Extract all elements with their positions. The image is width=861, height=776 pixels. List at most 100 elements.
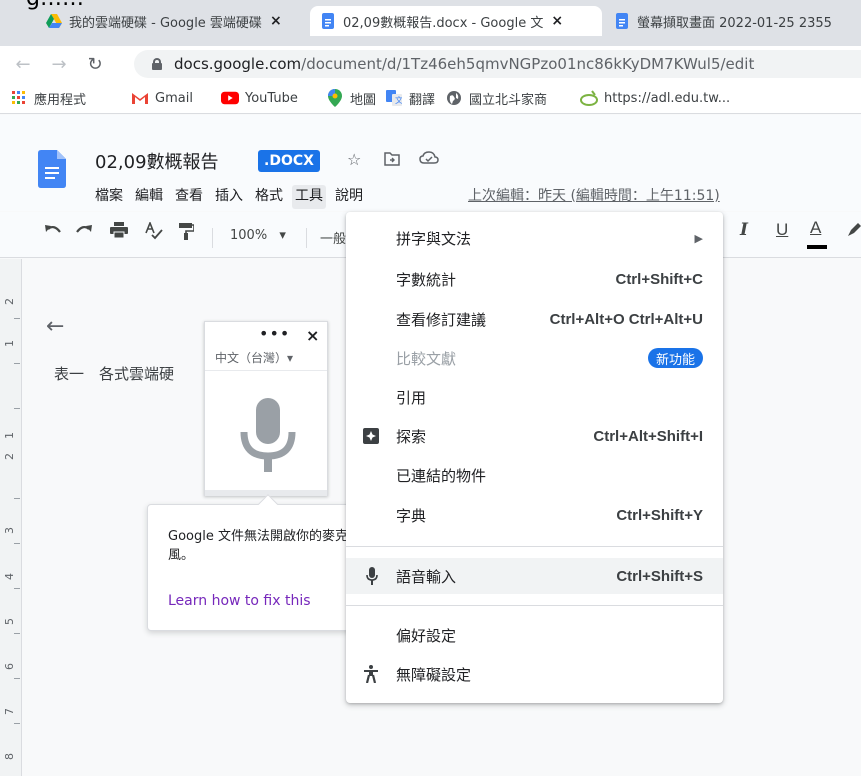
cloud-saved-icon[interactable] (419, 150, 439, 170)
bookmark-adl[interactable]: https://adl.edu.tw... (580, 88, 730, 108)
microphone-icon (366, 567, 378, 585)
menu-format[interactable]: 格式 (255, 185, 283, 209)
tab-title: 我的雲端硬碟 - Google 雲端硬碟 (69, 15, 262, 31)
menu-item-linked-objects[interactable]: 已連結的物件 (346, 457, 723, 493)
underline-icon[interactable]: U (776, 220, 788, 240)
document-title[interactable]: 02,09數概報告 (95, 148, 219, 174)
menu-item-review-suggestions[interactable]: 查看修訂建議 Ctrl+Alt+O Ctrl+Alt+U (346, 301, 723, 337)
bookmark-school[interactable]: 國立北斗家商 (445, 88, 547, 108)
bookmark-youtube[interactable]: YouTube (221, 88, 298, 108)
shortcut: Ctrl+Shift+Y (616, 506, 703, 524)
menu-view[interactable]: 查看 (175, 185, 203, 209)
more-options-icon[interactable]: ••• (259, 324, 290, 343)
menu-edit[interactable]: 編輯 (135, 185, 163, 209)
bookmarks-bar: 應用程式 Gmail YouTube 地圖 文 翻譯 國立北斗家商 https:… (0, 82, 861, 114)
style-select[interactable]: 一般 (320, 228, 346, 247)
document-body-text[interactable]: 表一 各式雲端硬 (54, 363, 174, 384)
url-host: docs.google.com (174, 55, 302, 73)
menu-item-preferences[interactable]: 偏好設定 (346, 617, 723, 653)
back-icon[interactable]: ← (10, 51, 36, 77)
move-folder-icon[interactable] (384, 151, 400, 170)
menu-item-spelling-grammar[interactable]: 拼字與文法 ▶ (346, 220, 723, 256)
menu-file[interactable]: 檔案 (95, 185, 123, 209)
menu-item-voice-typing[interactable]: 語音輸入 Ctrl+Shift+S (346, 558, 723, 594)
menu-help[interactable]: 說明 (335, 185, 363, 209)
menu-item-word-count[interactable]: 字數統計 Ctrl+Shift+C (346, 261, 723, 297)
shortcut: Ctrl+Shift+C (615, 270, 703, 288)
bookmark-label: 國立北斗家商 (469, 92, 548, 108)
docs-logo-icon[interactable] (38, 150, 66, 188)
learn-more-link[interactable]: Learn how to fix this (168, 593, 311, 609)
menu-tools[interactable]: 工具 (292, 185, 326, 209)
tab-close-icon[interactable]: × (270, 13, 282, 29)
ruler-number: 1 (3, 340, 16, 347)
menu-item-label: 比較文獻 (396, 349, 457, 368)
menu-item-explore[interactable]: 探索 Ctrl+Alt+Shift+I (346, 418, 723, 454)
google-drive-icon (46, 13, 62, 29)
google-docs-icon (614, 13, 630, 29)
last-edit-link[interactable]: 上次編輯：昨天 (編輯時間：上午11:51) (468, 185, 720, 205)
google-docs-icon (320, 13, 336, 29)
menu-divider (346, 546, 723, 547)
bookmark-label: 翻譯 (409, 92, 436, 108)
highlight-icon[interactable] (846, 222, 861, 243)
menu-divider (346, 605, 723, 606)
spellcheck-icon[interactable] (145, 220, 163, 245)
language-select[interactable]: 中文（台灣）▾ (215, 349, 293, 366)
menu-item-label: 語音輸入 (396, 567, 457, 586)
menu-item-label: 無障礙設定 (396, 665, 472, 684)
menu-item-citations[interactable]: 引用 (346, 379, 723, 415)
vertical-ruler: 2 1 1 2 3 4 5 6 7 8 (0, 259, 22, 776)
undo-icon[interactable] (44, 222, 62, 242)
star-icon[interactable]: ☆ (347, 150, 361, 169)
error-message: Google 文件無法開啟你的麥克風。 (168, 529, 348, 563)
menu-item-accessibility[interactable]: 無障礙設定 (346, 656, 723, 692)
bookmark-label: YouTube (245, 90, 298, 106)
close-icon[interactable]: × (306, 326, 319, 345)
url-input[interactable]: docs.google.com/document/d/1Tz46eh5qmvNG… (134, 50, 861, 78)
bookmark-translate[interactable]: 文 翻譯 (385, 88, 435, 108)
microphone-error-tooltip: Google 文件無法開啟你的麥克風。 Learn how to fix thi… (147, 494, 377, 631)
ruler-number: 2 (3, 453, 16, 460)
tab-drive[interactable]: 我的雲端硬碟 - Google 雲端硬碟 × (36, 6, 306, 36)
globe-icon (445, 90, 463, 106)
menu-bar: 檔案 編輯 查看 插入 格式 工具 說明 (95, 185, 375, 209)
ruler-number: 8 (3, 753, 16, 760)
bookmark-gmail[interactable]: Gmail (131, 88, 193, 108)
shortcut: Ctrl+Alt+Shift+I (593, 427, 703, 445)
forward-icon[interactable]: → (46, 51, 72, 77)
reload-icon[interactable]: ↻ (82, 51, 108, 77)
shortcut: Ctrl+Alt+O Ctrl+Alt+U (549, 310, 703, 328)
menu-insert[interactable]: 插入 (215, 185, 243, 209)
gmail-icon (131, 90, 149, 106)
tab-docs[interactable]: 02,09數概報告.docx - Google 文 × (310, 6, 602, 36)
bookmark-apps[interactable]: 應用程式 (10, 88, 86, 108)
menu-item-label: 已連結的物件 (396, 466, 487, 485)
tab-screenshot[interactable]: 螢幕擷取畫面 2022-01-25 2355 (604, 6, 861, 36)
redo-icon[interactable] (75, 222, 93, 242)
voice-typing-widget: ••• × 中文（台灣）▾ (204, 321, 328, 496)
microphone-icon[interactable] (238, 398, 298, 474)
map-pin-icon (326, 89, 344, 107)
text-color-icon[interactable]: A (810, 218, 821, 238)
text-color-swatch (807, 245, 827, 249)
back-arrow-icon[interactable]: ← (46, 314, 64, 339)
toolbar-divider (212, 228, 213, 248)
ruler-number: 3 (3, 527, 16, 534)
menu-item-dictionary[interactable]: 字典 Ctrl+Shift+Y (346, 497, 723, 533)
menu-item-label: 字典 (396, 506, 427, 525)
paint-format-icon[interactable] (178, 222, 195, 245)
italic-icon[interactable]: I (740, 220, 748, 240)
tools-menu: 拼字與文法 ▶ 字數統計 Ctrl+Shift+C 查看修訂建議 Ctrl+Al… (346, 212, 723, 703)
print-icon[interactable] (110, 222, 128, 243)
submenu-arrow-icon: ▶ (694, 231, 703, 245)
ruler-number: 5 (3, 618, 16, 625)
ruler-number: 4 (3, 573, 16, 580)
shortcut: Ctrl+Shift+S (616, 567, 703, 585)
menu-item-label: 字數統計 (396, 270, 457, 289)
ruler-number: 7 (3, 708, 16, 715)
zoom-select[interactable]: 100% ▾ (230, 228, 286, 243)
bookmark-maps[interactable]: 地圖 (326, 88, 376, 108)
menu-item-label: 拼字與文法 (396, 229, 472, 248)
tab-close-icon[interactable]: × (551, 13, 563, 29)
